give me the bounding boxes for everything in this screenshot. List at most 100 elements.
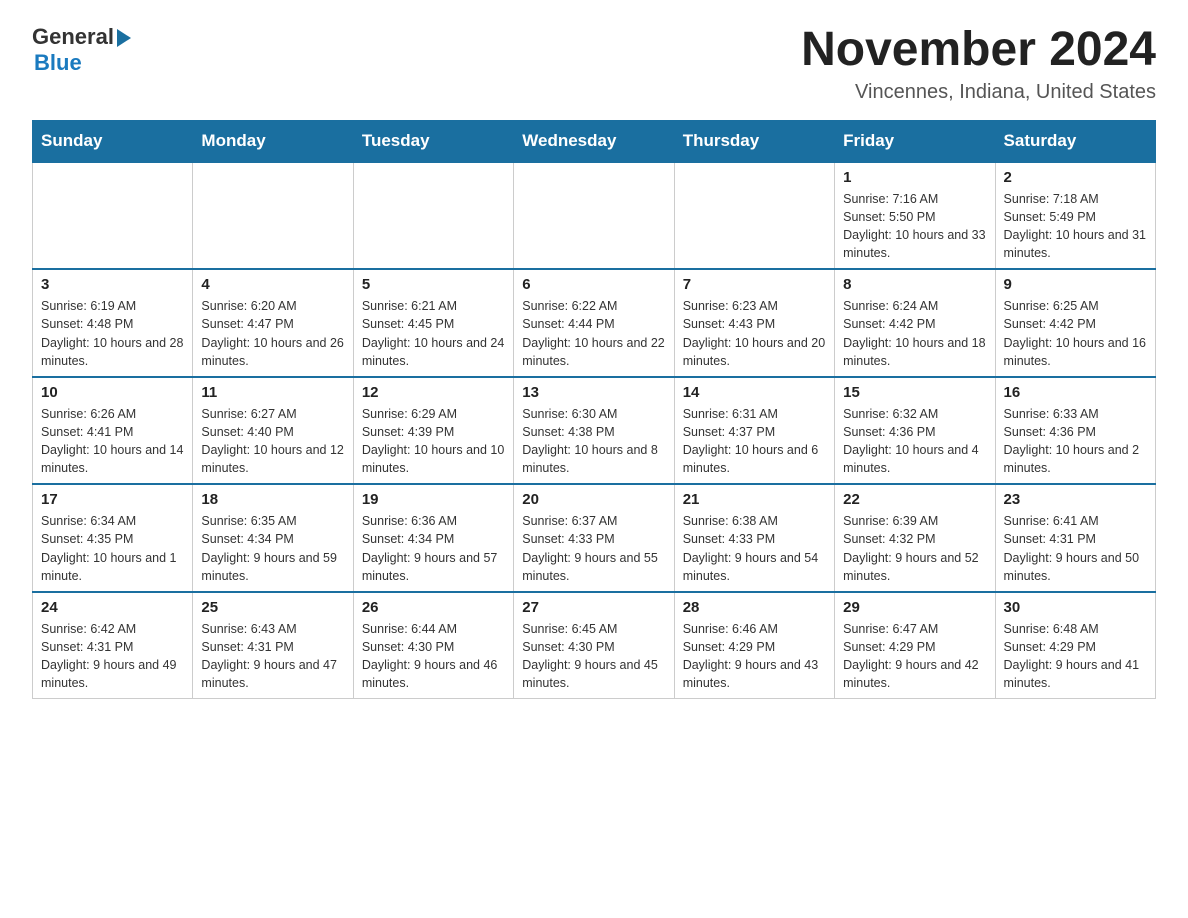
day-info: Sunrise: 6:41 AM Sunset: 4:31 PM Dayligh… (1004, 512, 1147, 585)
day-number: 16 (1004, 384, 1147, 401)
weekday-header-thursday: Thursday (674, 120, 834, 162)
calendar-cell: 27Sunrise: 6:45 AM Sunset: 4:30 PM Dayli… (514, 592, 674, 699)
logo-triangle-icon (117, 29, 131, 47)
logo-line1: General (32, 24, 131, 50)
calendar-week-row: 24 Sunrise: 6:42 AM Sunset: 4:31 PM Dayli… (33, 592, 1156, 699)
calendar-cell: 23 Sunrise: 6:41 AM Sunset: 4:31 PM Dayli… (995, 484, 1155, 592)
day-number: 5 (362, 276, 505, 293)
day-number: 30 (1004, 599, 1147, 616)
calendar-cell: 2 Sunrise: 7:18 AM Sunset: 5:49 PM Daylig… (995, 162, 1155, 270)
day-number: 19 (362, 491, 505, 508)
day-info: Sunrise: 6:20 AM Sunset: 4:47 PM Dayligh… (201, 297, 344, 370)
calendar-cell (193, 162, 353, 270)
day-number: 6 (522, 276, 665, 293)
calendar-cell: 22 Sunrise: 6:39 AM Sunset: 4:32 PM Dayli… (835, 484, 995, 592)
day-number: 17 (41, 491, 184, 508)
day-info: Sunrise: 6:42 AM Sunset: 4:31 PM Dayligh… (41, 620, 184, 693)
day-info: Sunrise: 6:37 AM Sunset: 4:33 PM Dayligh… (522, 512, 665, 585)
calendar-cell: 14 Sunrise: 6:31 AM Sunset: 4:37 PM Dayli… (674, 377, 834, 485)
weekday-header-monday: Monday (193, 120, 353, 162)
day-info: Sunrise: 6:47 AM Sunset: 4:29 PM Dayligh… (843, 620, 986, 693)
weekday-header-sunday: Sunday (33, 120, 193, 162)
day-number: 26 (362, 599, 505, 616)
title-block: November 2024 Vincennes, Indiana, United… (801, 24, 1156, 104)
location-title: Vincennes, Indiana, United States (801, 81, 1156, 104)
day-number: 23 (1004, 491, 1147, 508)
calendar-cell: 26 Sunrise: 6:44 AM Sunset: 4:30 PM Dayli… (353, 592, 513, 699)
day-info: Sunrise: 6:25 AM Sunset: 4:42 PM Dayligh… (1004, 297, 1147, 370)
day-number: 27 (522, 599, 665, 616)
day-info: Sunrise: 6:32 AM Sunset: 4:36 PM Dayligh… (843, 405, 986, 478)
calendar-cell: 9 Sunrise: 6:25 AM Sunset: 4:42 PM Daylig… (995, 269, 1155, 377)
weekday-header-tuesday: Tuesday (353, 120, 513, 162)
day-number: 18 (201, 491, 344, 508)
day-number: 15 (843, 384, 986, 401)
day-info: Sunrise: 6:30 AM Sunset: 4:38 PM Dayligh… (522, 405, 665, 478)
day-info: Sunrise: 6:26 AM Sunset: 4:41 PM Dayligh… (41, 405, 184, 478)
day-number: 1 (843, 169, 986, 186)
day-info: Sunrise: 6:48 AM Sunset: 4:29 PM Dayligh… (1004, 620, 1147, 693)
day-number: 3 (41, 276, 184, 293)
calendar-cell: 28Sunrise: 6:46 AM Sunset: 4:29 PM Dayli… (674, 592, 834, 699)
logo: General Blue (32, 24, 131, 76)
calendar-cell (33, 162, 193, 270)
calendar-cell: 18 Sunrise: 6:35 AM Sunset: 4:34 PM Dayli… (193, 484, 353, 592)
day-number: 11 (201, 384, 344, 401)
day-info: Sunrise: 6:31 AM Sunset: 4:37 PM Dayligh… (683, 405, 826, 478)
weekday-header-row: SundayMondayTuesdayWednesdayThursdayFrid… (33, 120, 1156, 162)
calendar-cell: 3 Sunrise: 6:19 AM Sunset: 4:48 PM Daylig… (33, 269, 193, 377)
calendar-week-row: 17 Sunrise: 6:34 AM Sunset: 4:35 PM Dayli… (33, 484, 1156, 592)
calendar-week-row: 3 Sunrise: 6:19 AM Sunset: 4:48 PM Daylig… (33, 269, 1156, 377)
page-header: General Blue November 2024 Vincennes, In… (32, 24, 1156, 104)
calendar-cell: 24 Sunrise: 6:42 AM Sunset: 4:31 PM Dayli… (33, 592, 193, 699)
day-number: 28 (683, 599, 826, 616)
calendar-cell: 13 Sunrise: 6:30 AM Sunset: 4:38 PM Dayli… (514, 377, 674, 485)
weekday-header-friday: Friday (835, 120, 995, 162)
calendar-cell: 5 Sunrise: 6:21 AM Sunset: 4:45 PM Daylig… (353, 269, 513, 377)
weekday-header-wednesday: Wednesday (514, 120, 674, 162)
calendar-cell: 30 Sunrise: 6:48 AM Sunset: 4:29 PM Dayli… (995, 592, 1155, 699)
day-info: Sunrise: 6:29 AM Sunset: 4:39 PM Dayligh… (362, 405, 505, 478)
day-number: 22 (843, 491, 986, 508)
day-info: Sunrise: 6:22 AM Sunset: 4:44 PM Dayligh… (522, 297, 665, 370)
weekday-header-saturday: Saturday (995, 120, 1155, 162)
day-info: Sunrise: 6:21 AM Sunset: 4:45 PM Dayligh… (362, 297, 505, 370)
day-number: 25 (201, 599, 344, 616)
day-number: 9 (1004, 276, 1147, 293)
day-number: 24 (41, 599, 184, 616)
calendar-cell: 29 Sunrise: 6:47 AM Sunset: 4:29 PM Dayli… (835, 592, 995, 699)
calendar-cell: 4Sunrise: 6:20 AM Sunset: 4:47 PM Daylig… (193, 269, 353, 377)
day-number: 13 (522, 384, 665, 401)
calendar-cell: 25 Sunrise: 6:43 AM Sunset: 4:31 PM Dayli… (193, 592, 353, 699)
calendar-cell (514, 162, 674, 270)
calendar-cell: 19 Sunrise: 6:36 AM Sunset: 4:34 PM Dayli… (353, 484, 513, 592)
month-title: November 2024 (801, 24, 1156, 77)
day-number: 29 (843, 599, 986, 616)
day-info: Sunrise: 6:33 AM Sunset: 4:36 PM Dayligh… (1004, 405, 1147, 478)
day-number: 7 (683, 276, 826, 293)
day-info: Sunrise: 6:39 AM Sunset: 4:32 PM Dayligh… (843, 512, 986, 585)
calendar-cell: 15 Sunrise: 6:32 AM Sunset: 4:36 PM Dayli… (835, 377, 995, 485)
day-info: Sunrise: 7:18 AM Sunset: 5:49 PM Dayligh… (1004, 190, 1147, 263)
day-info: Sunrise: 6:19 AM Sunset: 4:48 PM Dayligh… (41, 297, 184, 370)
day-info: Sunrise: 6:43 AM Sunset: 4:31 PM Dayligh… (201, 620, 344, 693)
day-number: 20 (522, 491, 665, 508)
day-number: 8 (843, 276, 986, 293)
calendar-cell: 1Sunrise: 7:16 AM Sunset: 5:50 PM Daylig… (835, 162, 995, 270)
day-info: Sunrise: 6:34 AM Sunset: 4:35 PM Dayligh… (41, 512, 184, 585)
day-info: Sunrise: 6:38 AM Sunset: 4:33 PM Dayligh… (683, 512, 826, 585)
day-number: 2 (1004, 169, 1147, 186)
calendar-cell (674, 162, 834, 270)
day-number: 14 (683, 384, 826, 401)
day-number: 12 (362, 384, 505, 401)
calendar-cell: 6 Sunrise: 6:22 AM Sunset: 4:44 PM Daylig… (514, 269, 674, 377)
day-info: Sunrise: 6:36 AM Sunset: 4:34 PM Dayligh… (362, 512, 505, 585)
calendar-cell: 17 Sunrise: 6:34 AM Sunset: 4:35 PM Dayli… (33, 484, 193, 592)
day-info: Sunrise: 6:44 AM Sunset: 4:30 PM Dayligh… (362, 620, 505, 693)
calendar-table: SundayMondayTuesdayWednesdayThursdayFrid… (32, 120, 1156, 700)
day-info: Sunrise: 6:35 AM Sunset: 4:34 PM Dayligh… (201, 512, 344, 585)
calendar-cell: 11Sunrise: 6:27 AM Sunset: 4:40 PM Dayli… (193, 377, 353, 485)
logo-blue-text: Blue (32, 50, 82, 76)
calendar-cell: 21 Sunrise: 6:38 AM Sunset: 4:33 PM Dayli… (674, 484, 834, 592)
day-number: 21 (683, 491, 826, 508)
